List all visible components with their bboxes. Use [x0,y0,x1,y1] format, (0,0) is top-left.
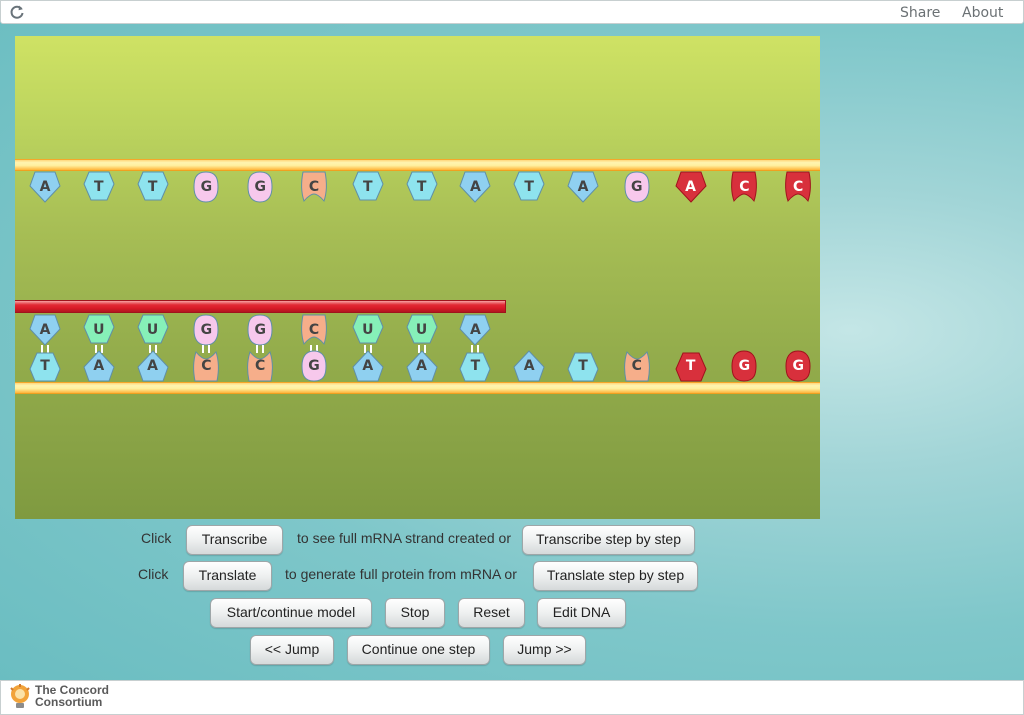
mrna-nucleotide: G [244,313,276,347]
dna-template-nucleotide: A [352,349,384,383]
dna-top-nucleotide: T [352,170,384,204]
row2-click-label: Click [138,566,169,582]
dna-template-nucleotide: A [513,349,545,383]
reset-button[interactable]: Reset [458,598,525,628]
mrna-backbone [15,300,506,313]
dna-top-nucleotide: T [513,170,545,204]
row1-description: to see full mRNA strand created or [297,530,511,546]
dna-template-nucleotide: C [190,349,222,383]
mrna-nucleotide: U [352,313,384,347]
dna-top-nucleotide: A [459,170,491,204]
dna-template-nucleotide: A [406,349,438,383]
mrna-nucleotide: C [298,313,330,347]
mrna-nucleotide: G [190,313,222,347]
start-continue-button[interactable]: Start/continue model [210,598,372,628]
dna-template-nucleotide: G [728,349,760,383]
dna-template-nucleotide: T [459,349,491,383]
dna-top-nucleotide: A [675,170,707,204]
dna-template-nucleotide: T [675,349,707,383]
mrna-nucleotide: A [29,313,61,347]
concord-logo[interactable]: The Concord Consortium [9,684,109,710]
about-link[interactable]: About [962,5,1003,21]
transcribe-button[interactable]: Transcribe [186,525,283,555]
continue-one-step-button[interactable]: Continue one step [347,635,490,665]
dna-template-nucleotide: G [298,349,330,383]
translate-button[interactable]: Translate [183,561,272,591]
dna-template-nucleotide: G [782,349,814,383]
edit-dna-button[interactable]: Edit DNA [537,598,626,628]
dna-template-nucleotide: T [29,349,61,383]
dna-bottom-backbone [15,382,820,394]
translate-step-button[interactable]: Translate step by step [533,561,698,591]
dna-model-canvas[interactable]: ATTGGCTTATAGACCAUUGGCUUATAACCGAATATCTGG [15,36,820,519]
dna-top-nucleotide: T [406,170,438,204]
concord-lightbulb-icon [10,684,30,708]
mrna-nucleotide: A [459,313,491,347]
top-bar: Share About [0,0,1024,24]
mrna-nucleotide: U [137,313,169,347]
dna-top-nucleotide: G [621,170,653,204]
dna-template-nucleotide: A [83,349,115,383]
dna-top-nucleotide: C [728,170,760,204]
share-link[interactable]: Share [900,5,940,21]
dna-top-nucleotide: T [83,170,115,204]
dna-top-nucleotide: A [29,170,61,204]
dna-top-nucleotide: A [567,170,599,204]
dna-template-nucleotide: C [621,349,653,383]
dna-top-nucleotide: G [190,170,222,204]
transcribe-step-button[interactable]: Transcribe step by step [522,525,695,555]
dna-top-nucleotide: G [244,170,276,204]
dna-top-nucleotide: T [137,170,169,204]
reload-icon[interactable] [9,4,25,20]
dna-template-nucleotide: T [567,349,599,383]
dna-template-nucleotide: A [137,349,169,383]
jump-back-button[interactable]: << Jump [250,635,334,665]
logo-line2: Consortium [35,695,103,709]
stop-button[interactable]: Stop [385,598,445,628]
jump-forward-button[interactable]: Jump >> [503,635,586,665]
mrna-nucleotide: U [406,313,438,347]
footer-bar: The Concord Consortium [0,680,1024,715]
dna-template-nucleotide: C [244,349,276,383]
dna-top-nucleotide: C [298,170,330,204]
row1-click-label: Click [141,530,172,546]
row2-description: to generate full protein from mRNA or [285,566,517,582]
mrna-nucleotide: U [83,313,115,347]
dna-top-nucleotide: C [782,170,814,204]
